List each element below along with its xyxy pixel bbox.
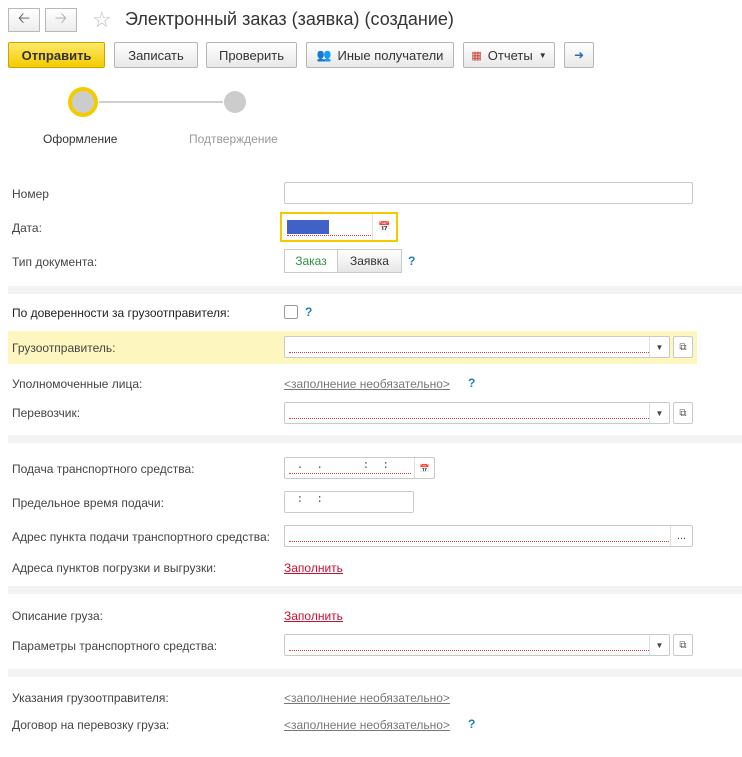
doc-type-help-icon[interactable]: ?: [408, 254, 415, 268]
carrier-open-icon[interactable]: ⧉: [673, 402, 693, 424]
by-proxy-checkbox[interactable]: [284, 305, 298, 319]
send-label: Отправить: [21, 47, 92, 63]
export-icon: ➜: [573, 48, 585, 62]
load-points-label: Адреса пунктов погрузки и выгрузки:: [12, 561, 217, 575]
forward-button[interactable]: 🡢: [45, 8, 77, 32]
shipper-underline: [289, 352, 649, 353]
vehicle-supply-mask: . . : :: [290, 460, 390, 472]
doc-type-order-tab[interactable]: Заказ: [284, 249, 338, 273]
vehicle-supply-underline: [289, 473, 411, 474]
report-icon: ▦: [471, 49, 482, 62]
authorized-help-icon[interactable]: ?: [468, 376, 475, 390]
section-divider-1: [8, 286, 742, 294]
supply-address-underline: [289, 541, 669, 542]
date-field[interactable]: 📅: [280, 212, 398, 242]
export-button[interactable]: ➜: [564, 42, 594, 68]
save-label: Записать: [128, 47, 184, 63]
by-proxy-help-icon[interactable]: ?: [305, 305, 312, 319]
shipper-instructions-label: Указания грузоотправителя:: [12, 691, 169, 705]
vehicle-supply-calendar-icon[interactable]: 📅: [414, 458, 434, 478]
contract-help-icon[interactable]: ?: [468, 717, 475, 731]
star-icon[interactable]: ☆: [92, 7, 112, 33]
section-divider-4: [8, 669, 742, 677]
step-2-label[interactable]: Подтверждение: [189, 132, 278, 146]
doc-type-request-tab[interactable]: Заявка: [337, 249, 402, 273]
shipper-field[interactable]: ▼: [284, 336, 670, 358]
shipper-instructions-link[interactable]: <заполнение необязательно>: [284, 691, 450, 705]
arrow-right-icon: 🡢: [54, 9, 68, 27]
vehicle-params-label: Параметры транспортного средства:: [12, 639, 218, 653]
other-recipients-label: Иные получатели: [337, 47, 444, 63]
step-1-marker: [68, 87, 98, 117]
step-1-label[interactable]: Оформление: [43, 132, 117, 146]
number-field[interactable]: [284, 182, 693, 204]
shipper-open-icon[interactable]: ⧉: [673, 336, 693, 358]
vehicle-supply-field[interactable]: . . : : 📅: [284, 457, 435, 479]
save-button[interactable]: Записать: [114, 42, 198, 68]
other-recipients-button[interactable]: 👥 Иные получатели: [306, 42, 454, 68]
step-2-marker: [224, 91, 246, 113]
load-points-fill-link[interactable]: Заполнить: [284, 561, 343, 575]
vehicle-params-underline: [289, 650, 649, 651]
authorized-link[interactable]: <заполнение необязательно>: [284, 377, 450, 391]
supply-address-field[interactable]: ...: [284, 525, 693, 547]
section-divider-3: [8, 586, 742, 594]
page-title: Электронный заказ (заявка) (создание): [125, 9, 454, 29]
carrier-dropdown-icon[interactable]: ▼: [649, 403, 669, 423]
reports-label: Отчеты: [487, 47, 533, 63]
section-divider-2: [8, 435, 742, 443]
check-button[interactable]: Проверить: [206, 42, 297, 68]
supply-address-select-button[interactable]: ...: [670, 526, 692, 546]
vehicle-params-field[interactable]: ▼: [284, 634, 670, 656]
send-button[interactable]: Отправить: [8, 42, 105, 68]
cargo-fill-link[interactable]: Заполнить: [284, 609, 343, 623]
arrow-left-icon: 🡠: [17, 9, 31, 27]
number-label: Номер: [12, 187, 49, 201]
check-label: Проверить: [218, 47, 284, 63]
deadline-mask: : :: [290, 494, 324, 506]
date-label: Дата:: [12, 221, 42, 235]
contract-label: Договор на перевозку груза:: [12, 718, 170, 732]
contract-link[interactable]: <заполнение необязательно>: [284, 718, 450, 732]
carrier-underline: [289, 418, 649, 419]
date-underline: [287, 235, 371, 236]
reports-button[interactable]: ▦ Отчеты ▼: [463, 42, 555, 68]
steps-connector: [99, 101, 223, 103]
shipper-dropdown-icon[interactable]: ▼: [649, 337, 669, 357]
chevron-down-icon: ▼: [538, 50, 547, 60]
deadline-field[interactable]: : :: [284, 491, 414, 513]
carrier-field[interactable]: ▼: [284, 402, 670, 424]
vehicle-params-open-icon[interactable]: ⧉: [673, 634, 693, 656]
doc-type-label: Тип документа:: [12, 255, 98, 269]
shipper-label: Грузоотправитель:: [12, 341, 116, 355]
carrier-label: Перевозчик:: [12, 406, 81, 420]
date-selection: [287, 220, 329, 234]
deadline-label: Предельное время подачи:: [12, 496, 164, 510]
cargo-label: Описание груза:: [12, 609, 103, 623]
vehicle-params-dropdown-icon[interactable]: ▼: [649, 635, 669, 655]
authorized-label: Уполномоченные лица:: [12, 377, 143, 391]
back-button[interactable]: 🡠: [8, 8, 40, 32]
supply-address-label: Адрес пункта подачи транспортного средст…: [12, 530, 270, 544]
calendar-icon[interactable]: 📅: [372, 214, 396, 240]
vehicle-supply-label: Подача транспортного средства:: [12, 462, 195, 476]
by-proxy-label: По доверенности за грузоотправителя:: [12, 306, 230, 320]
people-icon: 👥: [316, 48, 332, 62]
